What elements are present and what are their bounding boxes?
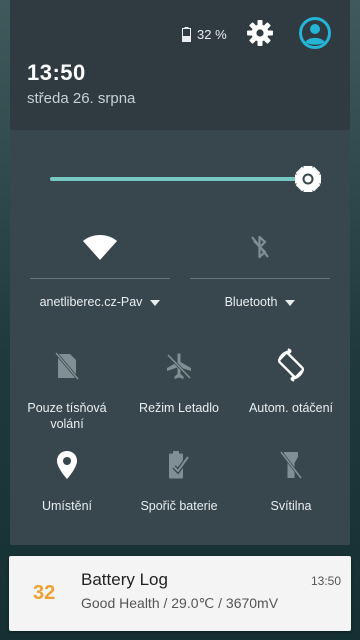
battery-icon <box>182 26 191 42</box>
tile-auto-rotate[interactable]: Autom. otáčení <box>236 348 346 438</box>
chevron-down-icon[interactable] <box>285 299 296 306</box>
tile-airplane-mode[interactable]: Režim Letadlo <box>124 352 234 442</box>
status-header: 32 % 13:50 středa 26. srpna <box>10 0 350 130</box>
airplane-icon <box>166 353 192 380</box>
tile-wifi-label[interactable]: anetliberec.cz-Pav <box>30 295 170 309</box>
tile-flashlight-label: Svítilna <box>270 499 312 513</box>
wifi-icon <box>83 235 117 260</box>
notification-time: 13:50 <box>310 574 341 588</box>
tile-bluetooth[interactable]: Bluetooth <box>190 225 330 325</box>
auto-rotate-icon <box>277 348 305 382</box>
tile-divider <box>190 278 330 279</box>
tile-wifi[interactable]: anetliberec.cz-Pav <box>30 225 170 325</box>
tile-bluetooth-label[interactable]: Bluetooth <box>190 295 330 309</box>
brightness-slider[interactable] <box>50 163 350 197</box>
account-icon[interactable] <box>298 16 332 50</box>
chevron-down-icon[interactable] <box>150 299 161 306</box>
quick-settings-panel: 32 % 13:50 středa 26. srpna anetliberec.… <box>10 0 350 545</box>
clock-date: středa 26. srpna <box>27 90 136 107</box>
tile-location[interactable]: Umístění <box>12 450 122 540</box>
notification-title: Battery Log <box>81 570 168 589</box>
battery-percent: 32 % <box>197 26 227 42</box>
tile-divider <box>30 278 170 279</box>
tile-auto-rotate-label: Autom. otáčení <box>248 401 334 415</box>
tile-location-label: Umístění <box>41 499 92 513</box>
tile-battery-saver-label: Spořič baterie <box>140 499 218 513</box>
tile-flashlight[interactable]: Svítilna <box>236 450 346 540</box>
settings-gear-icon[interactable] <box>247 20 273 46</box>
tile-airplane-mode-label: Režim Letadlo <box>139 401 219 415</box>
flashlight-icon <box>279 451 303 479</box>
tile-emergency-calls-label: Pouze tísňová volání <box>27 401 107 431</box>
notification-battery-log[interactable]: 32 Battery Log Good Health / 29.0℃ / 367… <box>9 556 351 631</box>
brightness-slider-track[interactable] <box>50 177 308 181</box>
notification-badge: 32 <box>33 582 56 604</box>
brightness-icon <box>295 166 321 192</box>
wifi-network-name: anetliberec.cz-Pav <box>39 295 143 309</box>
bluetooth-label: Bluetooth <box>224 295 278 309</box>
no-sim-icon <box>55 352 79 380</box>
battery-status: 32 % <box>182 24 227 44</box>
location-icon <box>57 451 77 479</box>
brightness-slider-thumb[interactable] <box>294 165 322 193</box>
notification-text: Good Health / 29.0℃ / 3670mV <box>81 595 279 611</box>
clock-time: 13:50 <box>27 60 86 85</box>
bluetooth-off-icon <box>251 235 269 259</box>
battery-saver-icon <box>169 451 190 479</box>
tile-emergency-calls[interactable]: Pouze tísňová volání <box>12 352 122 442</box>
tile-battery-saver[interactable]: Spořič baterie <box>124 450 234 540</box>
